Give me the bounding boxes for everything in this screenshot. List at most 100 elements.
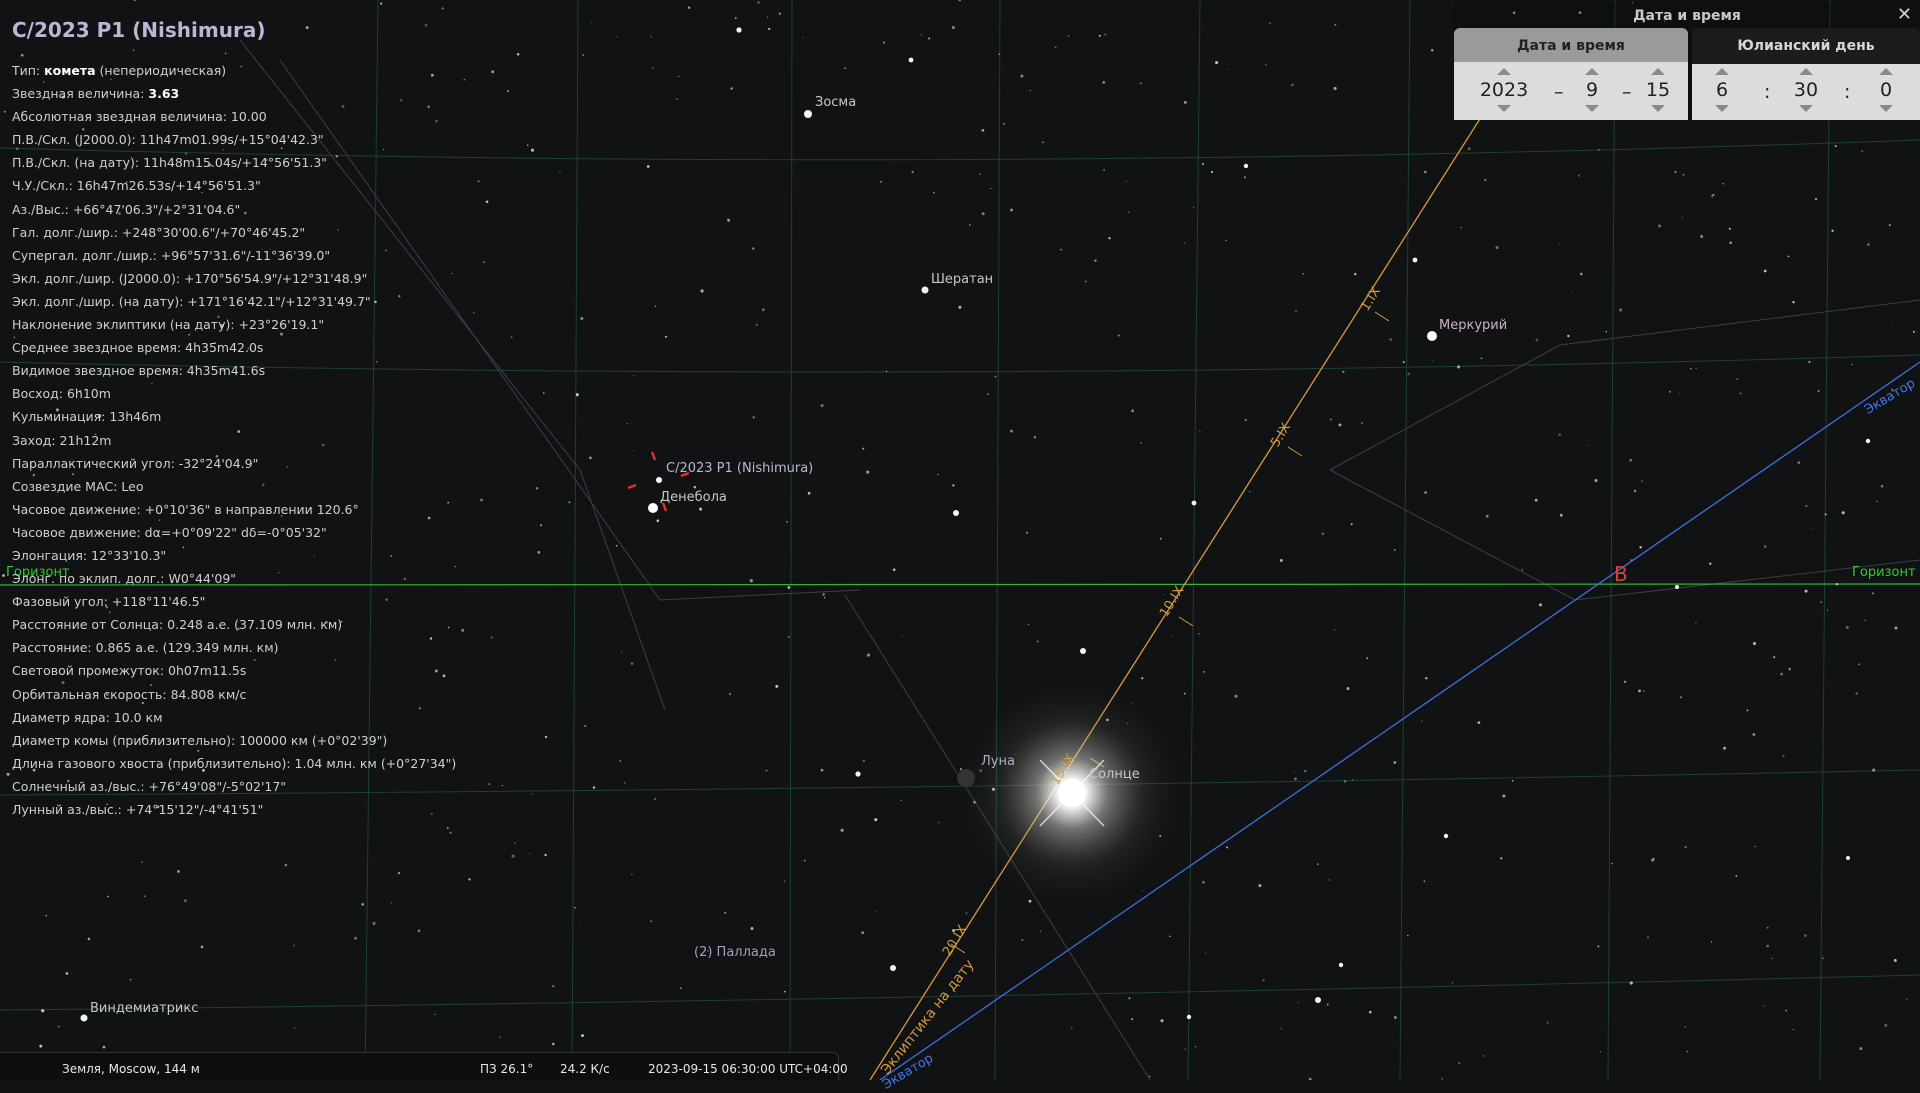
star [987,393,990,396]
star [1804,934,1807,937]
star [1763,545,1767,548]
star [933,191,935,194]
label-vindemiatrix[interactable]: Виндемиатрикс [90,1001,198,1016]
label-mercury[interactable]: Меркурий [1439,318,1507,333]
star [862,447,865,450]
star [788,636,790,638]
star [1160,1019,1164,1023]
year-spinner[interactable]: 2023 [1474,68,1534,120]
star [920,34,922,36]
star [1443,833,1449,839]
tab-julian-day[interactable]: Юлианский день 6 : 30 : 0 [1692,28,1920,120]
star [875,910,877,912]
minute-down-icon[interactable] [1799,105,1813,112]
close-icon[interactable]: ✕ [1897,4,1912,25]
star [1234,694,1238,698]
star [1611,862,1613,865]
hour-up-icon[interactable] [1715,68,1729,75]
star [1695,622,1697,624]
star [1131,409,1134,413]
star [39,1044,43,1048]
label-pallas[interactable]: (2) Паллада [694,945,776,960]
star [804,110,812,118]
star [1184,242,1186,244]
status-location[interactable]: Земля, Moscow, 144 м [62,1062,200,1076]
month-spinner[interactable]: 9 [1562,68,1622,120]
star [646,165,650,168]
star [1804,589,1808,593]
star [575,393,579,397]
day-down-icon[interactable] [1651,105,1665,112]
star [679,987,682,990]
hour-spinner[interactable]: 6 [1692,68,1752,120]
star [1912,330,1915,333]
year-up-icon[interactable] [1497,68,1511,75]
info-line: Расстояние от Солнца: 0.248 а.е. (37.109… [12,617,343,633]
info-line: Элонгация: 12°33'10.3" [12,547,167,563]
day-spinner[interactable]: 15 [1628,68,1688,120]
star [1865,438,1871,444]
star [1431,49,1434,52]
star [1248,490,1251,493]
star [1460,226,1462,229]
star [700,289,704,293]
second-down-icon[interactable] [1879,105,1893,112]
datetime-window[interactable]: Дата и время ✕ Дата и время 2023 – 9 – 1… [1454,2,1920,120]
status-fov: ПЗ 26.1° [480,1062,534,1076]
star [468,878,471,881]
star [616,36,618,38]
label-comet[interactable]: C/2023 P1 (Nishimura) [666,461,813,476]
star [727,218,731,222]
info-line: П.В./Скл. (на дату): 11h48m15.04s/+14°56… [12,155,328,171]
star [1477,721,1481,724]
label-sun[interactable]: Солнце [1089,767,1140,782]
star [1723,746,1727,750]
star [1597,149,1600,151]
star [380,2,383,5]
star [590,22,593,24]
star [724,912,727,914]
star [1630,559,1633,562]
star [676,98,678,100]
month-up-icon[interactable] [1585,68,1599,75]
star [80,1014,88,1022]
minute-spinner[interactable]: 30 [1776,68,1836,120]
star [1871,592,1874,595]
label-zosma[interactable]: Зосма [815,95,856,110]
star [1652,857,1655,861]
star [620,651,622,653]
status-datetime[interactable]: 2023-09-15 06:30:00 UTC+04:00 [648,1062,848,1076]
label-sheratan[interactable]: Шератан [931,272,993,287]
star [1297,1002,1299,1004]
star [1822,957,1824,959]
star [1098,34,1101,37]
star [1773,656,1776,659]
label-denebola[interactable]: Денебола [660,490,727,505]
star [293,1027,296,1029]
star [1684,1026,1687,1028]
star [1393,549,1396,551]
tab-date-time[interactable]: Дата и время 2023 – 9 – 15 [1454,28,1688,120]
star [631,873,633,876]
star [1546,1021,1549,1024]
info-line: Диаметр ядра: 10.0 км [12,709,163,725]
day-up-icon[interactable] [1651,68,1665,75]
label-moon[interactable]: Луна [981,754,1015,769]
star [578,922,580,924]
year-down-icon[interactable] [1497,105,1511,112]
star [1845,625,1849,629]
hour-down-icon[interactable] [1715,105,1729,112]
star [1867,243,1870,246]
second-up-icon[interactable] [1879,68,1893,75]
star [1658,224,1662,228]
star [1402,360,1406,364]
info-line: Абсолютная звездная величина: 10.00 [12,109,267,125]
star [908,57,914,63]
second-spinner[interactable]: 0 [1856,68,1916,120]
star [1186,1014,1192,1020]
star [1159,537,1162,540]
star [582,54,585,57]
minute-up-icon[interactable] [1799,68,1813,75]
star [544,735,548,739]
month-down-icon[interactable] [1585,105,1599,112]
